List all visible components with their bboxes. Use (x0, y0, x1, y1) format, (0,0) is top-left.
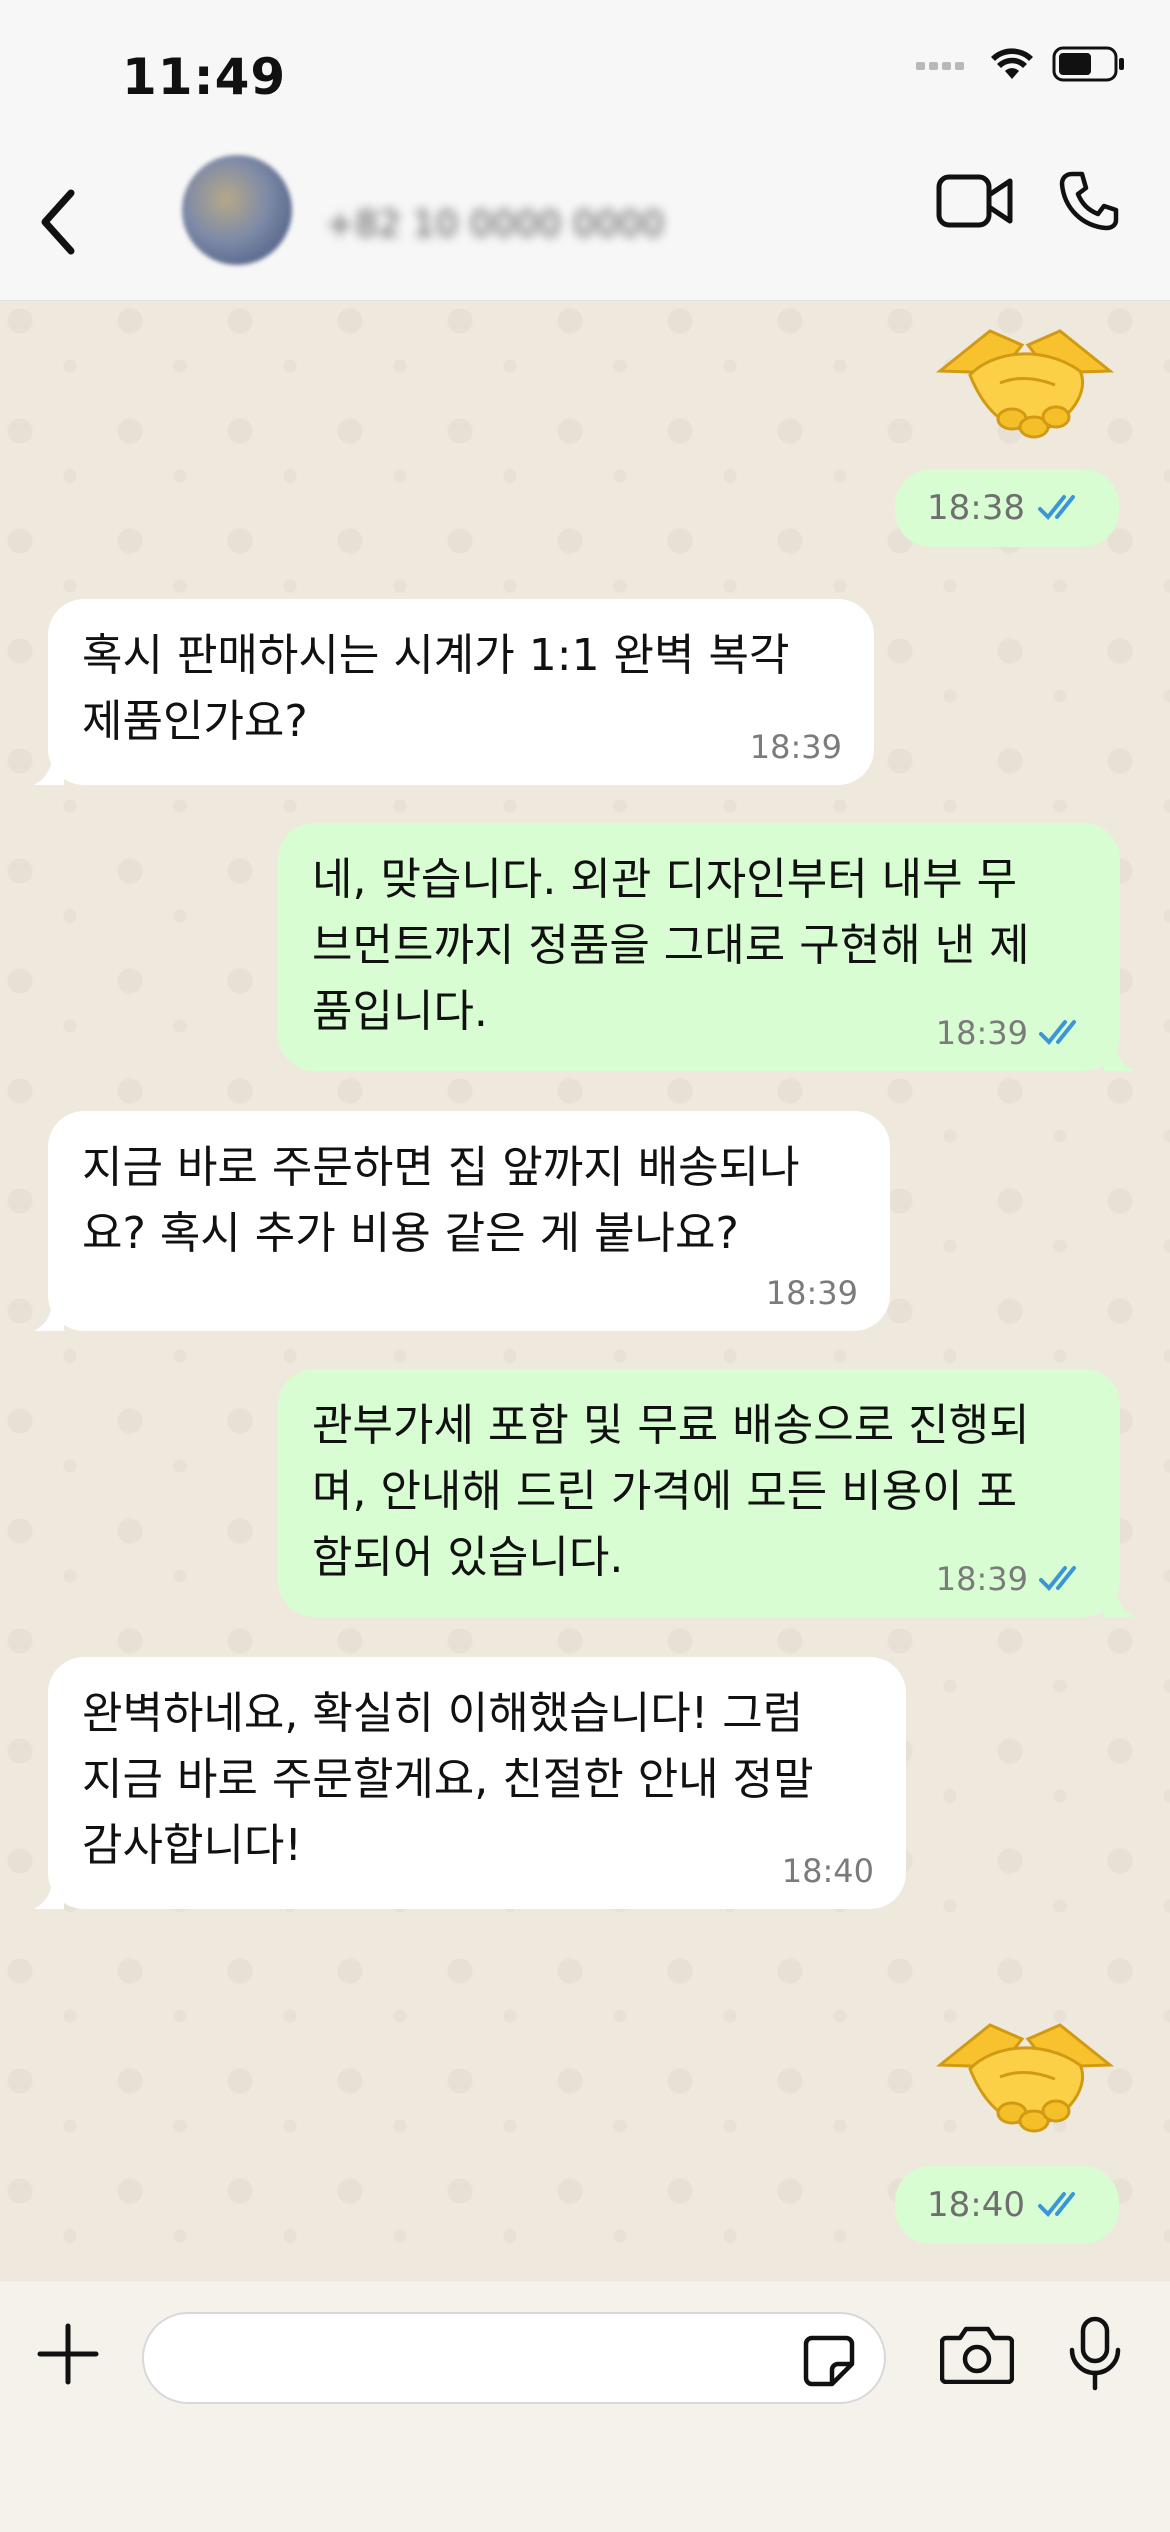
message-meta: 18:39 (766, 1273, 858, 1313)
message-composer (0, 2282, 1170, 2532)
incoming-message[interactable]: 완벽하네요, 확실히 이해했습니다! 그럼 지금 바로 주문할게요, 친절한 안… (34, 1657, 906, 1909)
handshake-sticker[interactable] (930, 313, 1120, 453)
microphone-icon (1069, 2316, 1121, 2391)
message-timestamp: 18:38 (895, 469, 1119, 547)
camera-button[interactable] (939, 2324, 1015, 2388)
contact-name[interactable]: +82 10 0000 0000 (325, 200, 695, 250)
message-meta: 18:39 (936, 1013, 1088, 1053)
outgoing-message[interactable]: 관부가세 포함 및 무료 배송으로 진행되 며, 안내해 드린 가격에 모든 비… (278, 1369, 1134, 1617)
attach-button[interactable] (36, 2322, 100, 2390)
header-actions (936, 170, 1120, 236)
message-timestamp: 18:40 (895, 2166, 1119, 2244)
message-meta: 18:40 (782, 1851, 874, 1891)
message-time: 18:39 (935, 1560, 1028, 1598)
read-receipt-icon (1039, 1566, 1076, 1591)
message-time: 18:39 (749, 728, 842, 766)
message-meta: 18:39 (750, 727, 842, 767)
message-text: 혹시 판매하시는 시계가 1:1 완벽 복각 제품인가요? (82, 630, 790, 747)
incoming-message[interactable]: 지금 바로 주문하면 집 앞까지 배송되나 요? 혹시 추가 비용 같은 게 붙… (34, 1111, 890, 1331)
read-receipt-icon (1037, 2192, 1075, 2217)
wifi-icon (990, 47, 1034, 85)
chevron-left-icon (41, 189, 75, 255)
chat-area[interactable]: 18:38 혹시 판매하시는 시계가 1:1 완벽 복각 제품인가요? 18:3… (0, 301, 1170, 2281)
video-camera-icon (936, 174, 1013, 228)
status-time: 11:49 (122, 48, 287, 106)
message-meta: 18:39 (936, 1559, 1088, 1599)
handshake-sticker[interactable] (930, 2007, 1120, 2147)
signal-icon (916, 56, 972, 76)
voice-call-button[interactable] (1058, 170, 1120, 236)
message-time: 18:40 (781, 1852, 874, 1890)
handshake-icon (935, 329, 1115, 439)
handshake-icon (935, 2023, 1115, 2133)
message-input-box[interactable] (142, 2312, 886, 2404)
status-bar: 11:49 (0, 0, 1170, 150)
read-receipt-icon (1039, 1020, 1076, 1045)
message-text: 지금 바로 주문하면 집 앞까지 배송되나 요? 혹시 추가 비용 같은 게 붙… (82, 1142, 800, 1259)
back-button[interactable] (22, 172, 92, 272)
read-receipt-icon (1037, 495, 1075, 520)
camera-icon (939, 2326, 1015, 2385)
message-text: 완벽하네요, 확실히 이해했습니다! 그럼 지금 바로 주문할게요, 친절한 안… (82, 1688, 814, 1871)
sticker-icon (803, 2335, 855, 2387)
chat-header: +82 10 0000 0000 (0, 150, 1170, 301)
incoming-message[interactable]: 혹시 판매하시는 시계가 1:1 완벽 복각 제품인가요? 18:39 (34, 599, 874, 785)
message-time: 18:39 (765, 1274, 858, 1312)
video-call-button[interactable] (936, 173, 1014, 233)
outgoing-message[interactable]: 네, 맞습니다. 외관 디자인부터 내부 무 브먼트까지 정품을 그대로 구현해… (278, 823, 1134, 1071)
plus-icon (37, 2323, 99, 2385)
battery-icon (1052, 46, 1126, 86)
message-time: 18:39 (935, 1014, 1028, 1052)
status-icons (916, 46, 1126, 86)
phone-icon (1059, 171, 1119, 231)
message-input[interactable] (172, 2332, 776, 2386)
sticker-button[interactable] (802, 2334, 856, 2392)
microphone-button[interactable] (1068, 2316, 1122, 2396)
contact-avatar[interactable] (182, 155, 292, 265)
